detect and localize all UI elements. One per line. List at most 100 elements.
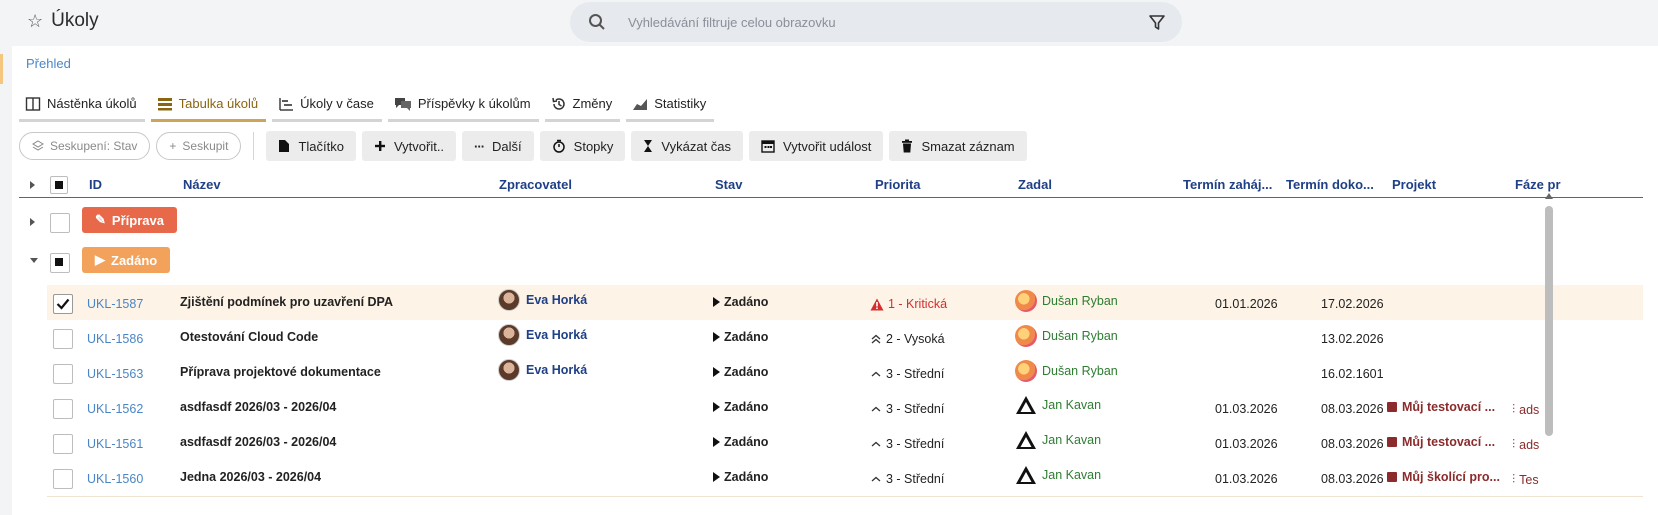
button-label: Tlačítko — [298, 138, 344, 154]
tab-table[interactable]: Tabulka úkolů — [150, 88, 267, 122]
expand-all-icon[interactable] — [30, 181, 35, 189]
search-bar — [570, 2, 1182, 42]
reporter[interactable]: Dušan Ryban — [1015, 290, 1118, 312]
reporter[interactable]: Jan Kavan — [1015, 465, 1101, 485]
reporter[interactable]: Jan Kavan — [1015, 395, 1101, 415]
group-badge[interactable]: ▶ Zadáno — [82, 247, 171, 273]
phase-link[interactable]: ⫶ ads — [1512, 437, 1539, 452]
row-checkbox[interactable] — [53, 399, 73, 419]
project-link[interactable]: Můj testovací ... — [1387, 400, 1495, 414]
row-checkbox[interactable] — [53, 294, 73, 314]
task-id-link[interactable]: UKL-1563 — [87, 367, 143, 381]
project-link[interactable]: Můj školící pro... — [1387, 470, 1500, 484]
assignee[interactable]: Eva Horká — [498, 289, 587, 311]
phase-link[interactable]: ⫶ ads — [1512, 402, 1539, 417]
delete-button[interactable]: Smazat záznam — [889, 131, 1027, 161]
task-id-link[interactable]: UKL-1587 — [87, 297, 143, 311]
reporter[interactable]: Dušan Ryban — [1015, 360, 1118, 382]
row-checkbox[interactable] — [53, 469, 73, 489]
create-button[interactable]: Vytvořit.. — [361, 131, 457, 161]
create-event-button[interactable]: Vytvořit událost — [749, 131, 884, 161]
reporter[interactable]: Jan Kavan — [1015, 430, 1101, 450]
table-row[interactable]: UKL-1587 Zjištění podmínek pro uzavření … — [47, 285, 1643, 322]
state-label: Zadáno — [724, 295, 769, 309]
tab-changes[interactable]: Změny — [544, 88, 621, 122]
warning-icon — [870, 298, 884, 310]
breadcrumb[interactable]: Přehled — [26, 56, 71, 71]
create-label: Vytvořit.. — [393, 138, 445, 154]
task-name[interactable]: Jedna 2026/03 - 2026/04 — [180, 470, 321, 484]
column-header-project[interactable]: Projekt — [1392, 177, 1436, 192]
button-button[interactable]: Tlačítko — [266, 131, 356, 161]
board-icon — [25, 96, 41, 111]
task-name[interactable]: Otestování Cloud Code — [180, 330, 318, 344]
task-id-link[interactable]: UKL-1560 — [87, 472, 143, 486]
log-time-button[interactable]: Vykázat čas — [631, 131, 744, 161]
assignee-name: Eva Horká — [526, 328, 588, 342]
tab-statistics[interactable]: Statistiky — [626, 88, 715, 122]
tab-comments[interactable]: Příspěvky k úkolům — [387, 88, 539, 122]
table-row[interactable]: UKL-1563 Příprava projektové dokumentace… — [47, 355, 1643, 392]
task-name[interactable]: Příprava projektové dokumentace — [180, 365, 381, 379]
reporter-name: Dušan Ryban — [1042, 364, 1118, 378]
priority: 2 - Vysoká — [870, 332, 945, 346]
task-name[interactable]: Zjištění podmínek pro uzavření DPA — [180, 295, 393, 309]
group-checkbox[interactable] — [50, 253, 70, 273]
stopwatch-button[interactable]: Stopky — [539, 131, 626, 161]
task-id-link[interactable]: UKL-1586 — [87, 332, 143, 346]
priority: 1 - Kritická — [870, 297, 947, 311]
table-row[interactable]: UKL-1562 asdfasdf 2026/03 - 2026/04 Zadá… — [47, 390, 1643, 427]
vertical-scrollbar[interactable] — [1543, 193, 1555, 488]
column-header-phase[interactable]: Fáze pr — [1515, 177, 1561, 192]
phase-link[interactable]: ⫶ Tes — [1512, 472, 1539, 487]
table-row[interactable]: UKL-1586 Otestování Cloud Code Eva Horká… — [47, 320, 1643, 357]
row-checkbox[interactable] — [53, 364, 73, 384]
star-icon[interactable]: ☆ — [27, 12, 43, 30]
start-date: 01.03.2026 — [1215, 437, 1278, 451]
collapse-group-icon[interactable] — [30, 258, 38, 263]
tab-label: Statistiky — [654, 96, 707, 111]
scrollbar-thumb[interactable] — [1545, 206, 1553, 436]
priority-label: 1 - Kritická — [888, 297, 948, 311]
project-link[interactable]: Můj testovací ... — [1387, 435, 1495, 449]
table-row[interactable]: UKL-1560 Jedna 2026/03 - 2026/04 Zadáno … — [47, 460, 1643, 497]
more-button[interactable]: ··· Další — [462, 131, 534, 161]
company-logo-icon — [1016, 466, 1036, 484]
group-pill[interactable]: + Seskupit — [156, 132, 242, 160]
grouping-pill[interactable]: Seskupení: Stav — [19, 132, 151, 160]
priority-label: 3 - Střední — [886, 402, 945, 416]
phase-icon: ⫶ — [1512, 437, 1516, 451]
table-row[interactable]: UKL-1561 asdfasdf 2026/03 - 2026/04 Zadá… — [47, 425, 1643, 462]
column-header-state[interactable]: Stav — [715, 177, 742, 192]
column-header-due[interactable]: Termín doko... — [1286, 177, 1374, 192]
row-checkbox[interactable] — [53, 329, 73, 349]
column-header-reporter[interactable]: Zadal — [1018, 177, 1052, 192]
plus-icon: + — [169, 139, 177, 153]
avatar — [1015, 325, 1037, 347]
assignee[interactable]: Eva Horká — [498, 324, 587, 346]
filter-icon[interactable] — [1148, 14, 1166, 32]
column-header-start[interactable]: Termín zaháj... — [1183, 177, 1272, 192]
assignee[interactable]: Eva Horká — [498, 359, 587, 381]
task-id-link[interactable]: UKL-1562 — [87, 402, 143, 416]
group-label: Zadáno — [111, 252, 158, 268]
timeline-icon — [279, 97, 294, 111]
reporter[interactable]: Dušan Ryban — [1015, 325, 1118, 347]
column-header-assignee[interactable]: Zpracovatel — [499, 177, 572, 192]
scroll-up-icon[interactable] — [1545, 193, 1553, 199]
tab-timeline[interactable]: Úkoly v čase — [272, 88, 382, 122]
column-header-priority[interactable]: Priorita — [875, 177, 921, 192]
column-header-name[interactable]: Název — [183, 177, 221, 192]
row-checkbox[interactable] — [53, 434, 73, 454]
tab-board[interactable]: Nástěnka úkolů — [19, 88, 145, 122]
task-name[interactable]: asdfasdf 2026/03 - 2026/04 — [180, 400, 336, 414]
task-name[interactable]: asdfasdf 2026/03 - 2026/04 — [180, 435, 336, 449]
expand-group-icon[interactable] — [30, 218, 35, 226]
search-input[interactable] — [628, 2, 1108, 42]
avatar — [1015, 290, 1037, 312]
select-all-checkbox[interactable] — [50, 176, 68, 194]
column-header-id[interactable]: ID — [89, 177, 102, 192]
group-badge[interactable]: ✎ Příprava — [82, 207, 177, 233]
task-id-link[interactable]: UKL-1561 — [87, 437, 143, 451]
group-checkbox[interactable] — [50, 213, 70, 233]
